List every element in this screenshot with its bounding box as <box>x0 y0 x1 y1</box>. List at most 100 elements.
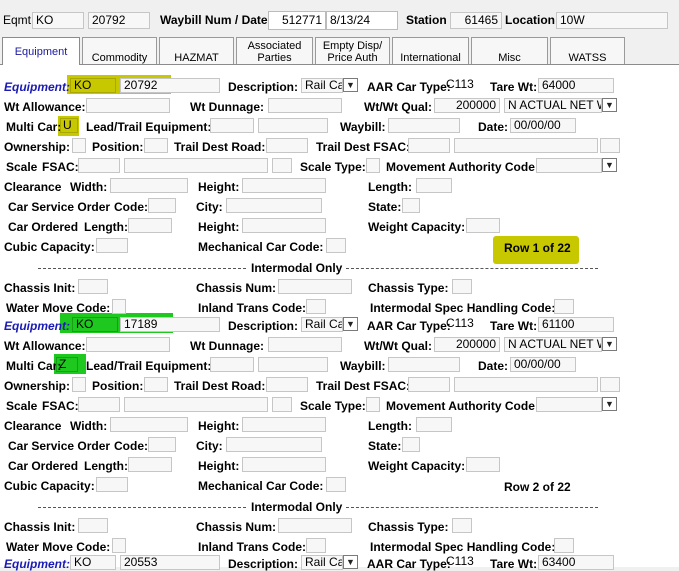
scale-fsac-field-1[interactable] <box>78 158 120 173</box>
movement-authority-dropdown[interactable]: ▼ <box>602 397 617 411</box>
lead-trail-field-1[interactable] <box>210 118 254 133</box>
car-ordered-height-field[interactable] <box>242 457 326 472</box>
wt-qual-value-field[interactable]: 200000 <box>434 337 500 352</box>
trail-dest-road-field[interactable] <box>266 138 308 153</box>
movement-authority-dropdown[interactable]: ▼ <box>602 158 617 172</box>
width-field[interactable] <box>110 178 188 193</box>
length-field[interactable] <box>416 178 452 193</box>
length-field[interactable] <box>416 417 452 432</box>
weight-capacity-field[interactable] <box>466 457 500 472</box>
intermodal-spec-handling-field[interactable] <box>554 538 574 553</box>
ownership-field[interactable] <box>72 377 86 392</box>
trail-dest-fsac-field-2[interactable] <box>454 138 598 153</box>
car-ordered-length-field[interactable] <box>128 218 172 233</box>
equip-initial-field[interactable]: KO <box>70 78 116 93</box>
equip-number-field[interactable]: 20553 <box>120 555 220 570</box>
tab-watss[interactable]: WATSS <box>550 37 625 65</box>
multi-car-field[interactable]: U <box>60 118 78 133</box>
waybill-field[interactable] <box>388 357 460 372</box>
tare-wt-field[interactable]: 63400 <box>538 555 614 570</box>
lead-trail-field-2[interactable] <box>258 357 328 372</box>
tab-associated-parties[interactable]: Associated Parties <box>236 37 313 65</box>
trail-dest-fsac-field-3[interactable] <box>600 138 620 153</box>
tab-empty-disp-price-auth[interactable]: Empty Disp/ Price Auth <box>315 37 390 65</box>
description-field[interactable]: Rail Ca <box>301 78 343 93</box>
code-field[interactable] <box>148 437 176 452</box>
equip-initial-field[interactable]: KO <box>72 317 118 332</box>
chassis-num-field[interactable] <box>278 518 352 533</box>
wt-qual-value-field[interactable]: 200000 <box>434 98 500 113</box>
date-field[interactable]: 00/00/00 <box>510 357 576 372</box>
tab-international[interactable]: International <box>392 37 469 65</box>
trail-dest-fsac-field-2[interactable] <box>454 377 598 392</box>
tab-hazmat[interactable]: HAZMAT <box>159 37 234 65</box>
description-field[interactable]: Rail Ca <box>301 555 343 570</box>
station-field[interactable]: 61465 <box>450 12 502 29</box>
eqmt-initial-field[interactable]: KO <box>32 12 84 29</box>
waybill-num-field[interactable]: 512771 <box>268 11 326 30</box>
aar-car-type-field[interactable]: C113 <box>446 78 482 93</box>
equip-number-field[interactable]: 20792 <box>120 78 220 93</box>
wt-qual-type-field[interactable]: N ACTUAL NET W <box>504 337 602 352</box>
mechanical-car-code-field[interactable] <box>326 238 346 253</box>
lead-trail-field-2[interactable] <box>258 118 328 133</box>
chassis-type-field[interactable] <box>452 279 472 294</box>
wt-allowance-field[interactable] <box>86 98 170 113</box>
location-field[interactable]: 10W <box>556 12 668 29</box>
mechanical-car-code-field[interactable] <box>326 477 346 492</box>
intermodal-spec-handling-field[interactable] <box>554 299 574 314</box>
width-field[interactable] <box>110 417 188 432</box>
weight-capacity-field[interactable] <box>466 218 500 233</box>
wt-dunnage-field[interactable] <box>268 337 342 352</box>
scale-fsac-field-3[interactable] <box>272 397 292 412</box>
aar-car-type-field[interactable]: C113 <box>446 555 482 570</box>
scale-type-field[interactable] <box>366 397 380 412</box>
wt-dunnage-field[interactable] <box>268 98 342 113</box>
scale-fsac-field-2[interactable] <box>124 397 268 412</box>
tab-misc[interactable]: Misc <box>471 37 548 65</box>
cubic-capacity-field[interactable] <box>96 477 128 492</box>
chassis-type-field[interactable] <box>452 518 472 533</box>
lead-trail-field-1[interactable] <box>210 357 254 372</box>
city-field[interactable] <box>226 437 322 452</box>
date-field[interactable]: 00/00/00 <box>510 118 576 133</box>
description-dropdown[interactable]: ▼ <box>343 555 358 569</box>
chassis-num-field[interactable] <box>278 279 352 294</box>
car-ordered-height-field[interactable] <box>242 218 326 233</box>
movement-authority-code-field[interactable] <box>536 158 602 173</box>
cubic-capacity-field[interactable] <box>96 238 128 253</box>
water-move-code-field[interactable] <box>112 538 126 553</box>
tare-wt-field[interactable]: 61100 <box>538 317 614 332</box>
trail-dest-fsac-field-3[interactable] <box>600 377 620 392</box>
car-ordered-length-field[interactable] <box>128 457 172 472</box>
city-field[interactable] <box>226 198 322 213</box>
wt-qual-dropdown[interactable]: ▼ <box>602 337 617 351</box>
inland-trans-code-field[interactable] <box>306 299 326 314</box>
equip-initial-field[interactable]: KO <box>70 555 116 570</box>
trail-dest-fsac-field-1[interactable] <box>408 138 450 153</box>
aar-car-type-field[interactable]: C113 <box>446 317 482 332</box>
inland-trans-code-field[interactable] <box>306 538 326 553</box>
ownership-field[interactable] <box>72 138 86 153</box>
height-field[interactable] <box>242 417 326 432</box>
scale-fsac-field-1[interactable] <box>78 397 120 412</box>
waybill-field[interactable] <box>388 118 460 133</box>
multi-car-field[interactable]: Z <box>56 357 78 372</box>
movement-authority-code-field[interactable] <box>536 397 602 412</box>
code-field[interactable] <box>148 198 176 213</box>
description-dropdown[interactable]: ▼ <box>343 78 358 92</box>
water-move-code-field[interactable] <box>112 299 126 314</box>
scale-fsac-field-2[interactable] <box>124 158 268 173</box>
tare-wt-field[interactable]: 64000 <box>538 78 614 93</box>
height-field[interactable] <box>242 178 326 193</box>
wt-allowance-field[interactable] <box>86 337 170 352</box>
trail-dest-fsac-field-1[interactable] <box>408 377 450 392</box>
state-field[interactable] <box>402 198 420 213</box>
waybill-date-field[interactable]: 8/13/24 <box>326 11 398 30</box>
position-field[interactable] <box>144 138 168 153</box>
tab-commodity[interactable]: Commodity <box>82 37 157 65</box>
chassis-init-field[interactable] <box>78 518 108 533</box>
description-field[interactable]: Rail Ca <box>301 317 343 332</box>
wt-qual-dropdown[interactable]: ▼ <box>602 98 617 112</box>
state-field[interactable] <box>402 437 420 452</box>
